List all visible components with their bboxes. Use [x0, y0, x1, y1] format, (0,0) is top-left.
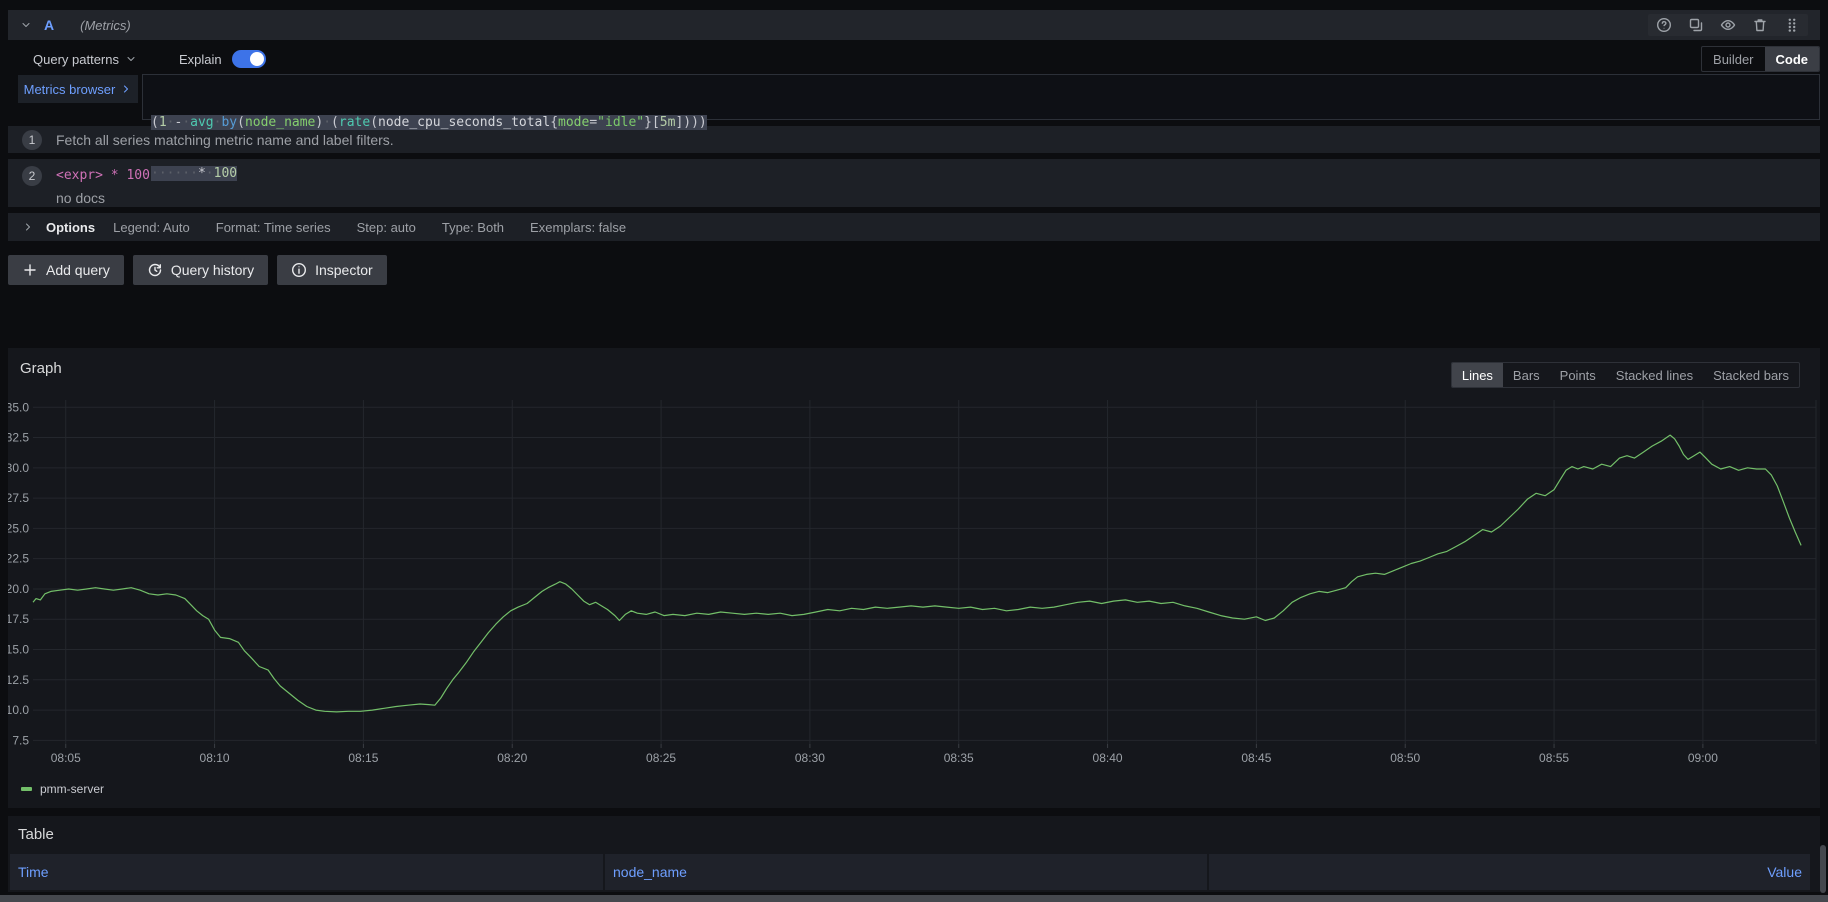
svg-text:08:35: 08:35: [944, 751, 974, 765]
query-row-header[interactable]: A (Metrics): [8, 10, 1820, 40]
svg-text:08:15: 08:15: [348, 751, 378, 765]
svg-text:25.0: 25.0: [8, 521, 29, 535]
table-header-row: Time node_name Value: [10, 854, 1810, 890]
metrics-browser-label: Metrics browser: [24, 82, 116, 97]
query-history-label: Query history: [171, 262, 254, 278]
step-description: Fetch all series matching metric name an…: [56, 132, 394, 148]
chevron-down-icon: [125, 53, 137, 65]
step-body: <expr> * 100 no docs: [56, 166, 150, 206]
query-header-actions: [1648, 14, 1808, 36]
editor-mode-switch: Builder Code: [1701, 46, 1820, 72]
step-docs: no docs: [56, 190, 150, 206]
table-header-time[interactable]: Time: [10, 854, 603, 890]
graph-svg[interactable]: 7.5 10.0 12.5 15.0 17.5 20.0 22.5 25.0 27.5 30.0 3…: [8, 348, 1820, 808]
table-panel: Table Time node_name Value: [8, 816, 1820, 892]
graph-panel: Graph LinesBarsPointsStacked linesStacke…: [8, 348, 1820, 808]
query-editor: A (Metrics) Query patterns: [8, 10, 1820, 285]
chevron-right-icon: [120, 83, 132, 95]
svg-text:08:20: 08:20: [497, 751, 527, 765]
promql-code-editor[interactable]: (1·-·avg·by(node_name)·(rate(node_cpu_se…: [142, 74, 1820, 120]
code-line-2: ······*·100: [151, 165, 1819, 182]
svg-text:15.0: 15.0: [8, 643, 29, 657]
metrics-browser-button[interactable]: Metrics browser: [18, 75, 138, 103]
query-patterns-dropdown[interactable]: Query patterns: [33, 52, 137, 67]
options-summary: Legend: Auto Format: Time series Step: aut…: [113, 220, 626, 235]
builder-tab[interactable]: Builder: [1702, 47, 1764, 71]
plus-icon: [22, 262, 38, 278]
explain-control: Explain: [179, 50, 266, 68]
vertical-scrollbar[interactable]: [1820, 845, 1826, 893]
graph-legend: pmm-server: [21, 782, 104, 796]
svg-text:08:05: 08:05: [51, 751, 81, 765]
query-history-button[interactable]: Query history: [133, 255, 268, 285]
chevron-down-icon[interactable]: [20, 19, 32, 31]
svg-text:08:30: 08:30: [795, 751, 825, 765]
drag-handle-icon[interactable]: [1784, 17, 1800, 33]
svg-text:12.5: 12.5: [8, 673, 29, 687]
datasource-type-label: (Metrics): [80, 18, 131, 33]
history-icon: [147, 262, 163, 278]
horizontal-scrollbar[interactable]: [0, 895, 1828, 902]
svg-text:27.5: 27.5: [8, 491, 29, 505]
svg-text:22.5: 22.5: [8, 552, 29, 566]
explain-label: Explain: [179, 52, 222, 67]
add-query-label: Add query: [46, 262, 110, 278]
query-patterns-label: Query patterns: [33, 52, 119, 67]
svg-text:32.5: 32.5: [8, 431, 29, 445]
step-expression: <expr> * 100: [56, 168, 150, 183]
svg-text:08:55: 08:55: [1539, 751, 1569, 765]
table-panel-title: Table: [18, 826, 54, 843]
option-summary-item: Format: Time series: [216, 220, 331, 235]
svg-text:08:50: 08:50: [1390, 751, 1420, 765]
legend-series-label[interactable]: pmm-server: [40, 782, 104, 796]
toggle-knob: [250, 52, 264, 66]
option-summary-item: Step: auto: [357, 220, 416, 235]
option-summary-item: Legend: Auto: [113, 220, 190, 235]
option-summary-item: Type: Both: [442, 220, 504, 235]
query-field-row: Metrics browser (1·-·avg·by(node_name)·(…: [8, 74, 1820, 120]
svg-text:17.5: 17.5: [8, 612, 29, 626]
table-header-value[interactable]: Value: [1209, 854, 1810, 890]
info-circle-icon: [291, 262, 307, 278]
svg-text:20.0: 20.0: [8, 582, 29, 596]
code-tab[interactable]: Code: [1765, 47, 1820, 71]
trash-icon[interactable]: [1752, 17, 1768, 33]
svg-text:08:10: 08:10: [200, 751, 230, 765]
table-header-node-name[interactable]: node_name: [605, 854, 1207, 890]
svg-text:08:45: 08:45: [1241, 751, 1271, 765]
svg-text:35.0: 35.0: [8, 400, 29, 414]
svg-text:30.0: 30.0: [8, 461, 29, 475]
svg-text:09:00: 09:00: [1688, 751, 1718, 765]
svg-text:7.5: 7.5: [12, 733, 29, 747]
svg-text:10.0: 10.0: [8, 703, 29, 717]
option-summary-item: Exemplars: false: [530, 220, 626, 235]
add-query-button[interactable]: Add query: [8, 255, 124, 285]
step-badge: 2: [22, 166, 42, 186]
query-ref-id: A: [44, 17, 54, 33]
legend-color-swatch[interactable]: [21, 787, 32, 791]
eye-icon[interactable]: [1720, 17, 1736, 33]
query-toolbar: Query patterns Explain Builder Code: [8, 46, 1820, 72]
inspector-button[interactable]: Inspector: [277, 255, 387, 285]
inspector-label: Inspector: [315, 262, 373, 278]
explain-toggle[interactable]: [232, 50, 266, 68]
code-line-1: (1·-·avg·by(node_name)·(rate(node_cpu_se…: [151, 114, 1819, 131]
svg-text:08:25: 08:25: [646, 751, 676, 765]
svg-text:08:40: 08:40: [1093, 751, 1123, 765]
step-badge: 1: [22, 130, 42, 150]
query-actions: Add query Query history Inspector: [8, 255, 1820, 285]
query-options-row[interactable]: Options Legend: Auto Format: Time series S…: [8, 213, 1820, 241]
help-circle-icon[interactable]: [1656, 17, 1672, 33]
copy-icon[interactable]: [1688, 17, 1704, 33]
options-title: Options: [46, 220, 95, 235]
chevron-right-icon[interactable]: [22, 221, 34, 233]
